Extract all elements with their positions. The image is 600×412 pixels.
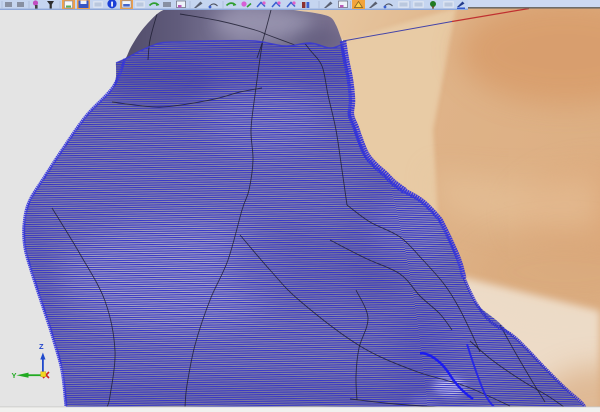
svg-text:Z: Z [39,342,44,351]
svg-text:Y: Y [12,371,17,380]
